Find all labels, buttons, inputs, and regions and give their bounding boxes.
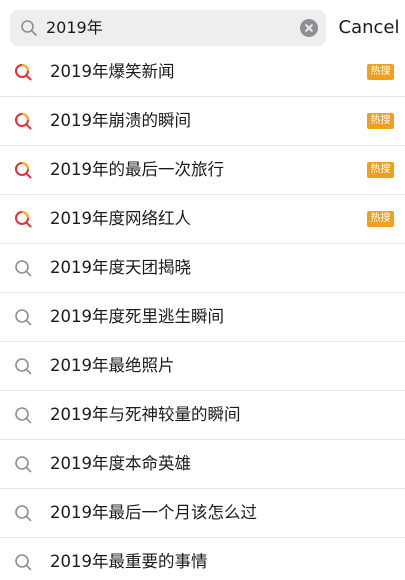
hot-badge: 热搜 bbox=[367, 211, 394, 227]
search-box[interactable] bbox=[10, 10, 326, 46]
list-item-label: 2019年度死里逃生瞬间 bbox=[50, 307, 224, 326]
hot-badge: 热搜 bbox=[367, 113, 394, 129]
list-item[interactable]: 2019年与死神较量的瞬间 bbox=[0, 391, 405, 440]
search-icon bbox=[15, 407, 32, 424]
list-item-label: 2019年最绝照片 bbox=[50, 356, 175, 375]
list-item-label: 2019年最后一个月该怎么过 bbox=[50, 503, 257, 522]
cancel-button[interactable]: Cancel bbox=[336, 10, 402, 46]
suggestion-list: 2019年爆笑新闻 热搜 2019年崩溃的瞬间 热搜 2019年的最后一次旅行 … bbox=[0, 52, 405, 580]
search-screen: 2019年爆笑新闻 热搜 2019年崩溃的瞬间 热搜 2019年的最后一次旅行 … bbox=[0, 0, 405, 580]
list-item-label: 2019年度天团揭晓 bbox=[50, 258, 191, 277]
list-item[interactable]: 2019年度网络红人 热搜 bbox=[0, 195, 405, 244]
search-input[interactable] bbox=[46, 10, 296, 46]
list-item-label: 2019年与死神较量的瞬间 bbox=[50, 405, 241, 424]
search-icon bbox=[15, 309, 32, 326]
search-icon bbox=[15, 505, 32, 522]
clear-icon[interactable] bbox=[300, 19, 318, 37]
list-item[interactable]: 2019年最绝照片 bbox=[0, 342, 405, 391]
hot-search-icon bbox=[15, 113, 32, 130]
hot-search-icon bbox=[15, 64, 32, 81]
hot-badge: 热搜 bbox=[367, 162, 394, 178]
search-icon bbox=[15, 358, 32, 375]
list-item[interactable]: 2019年最重要的事情 bbox=[0, 538, 405, 580]
list-item[interactable]: 2019年最后一个月该怎么过 bbox=[0, 489, 405, 538]
search-header: Cancel bbox=[0, 0, 405, 58]
list-item-label: 2019年度网络红人 bbox=[50, 209, 191, 228]
list-item[interactable]: 2019年度死里逃生瞬间 bbox=[0, 293, 405, 342]
list-item[interactable]: 2019年崩溃的瞬间 热搜 bbox=[0, 97, 405, 146]
search-icon bbox=[15, 456, 32, 473]
list-item[interactable]: 2019年度本命英雄 bbox=[0, 440, 405, 489]
list-item-label: 2019年度本命英雄 bbox=[50, 454, 191, 473]
list-item-label: 2019年的最后一次旅行 bbox=[50, 160, 224, 179]
search-icon bbox=[15, 554, 32, 571]
hot-search-icon bbox=[15, 211, 32, 228]
search-icon bbox=[21, 20, 37, 36]
list-item[interactable]: 2019年的最后一次旅行 热搜 bbox=[0, 146, 405, 195]
hot-badge: 热搜 bbox=[367, 64, 394, 80]
list-item-label: 2019年崩溃的瞬间 bbox=[50, 111, 191, 130]
hot-search-icon bbox=[15, 162, 32, 179]
list-item-label: 2019年最重要的事情 bbox=[50, 552, 208, 571]
list-item[interactable]: 2019年度天团揭晓 bbox=[0, 244, 405, 293]
search-icon bbox=[15, 260, 32, 277]
